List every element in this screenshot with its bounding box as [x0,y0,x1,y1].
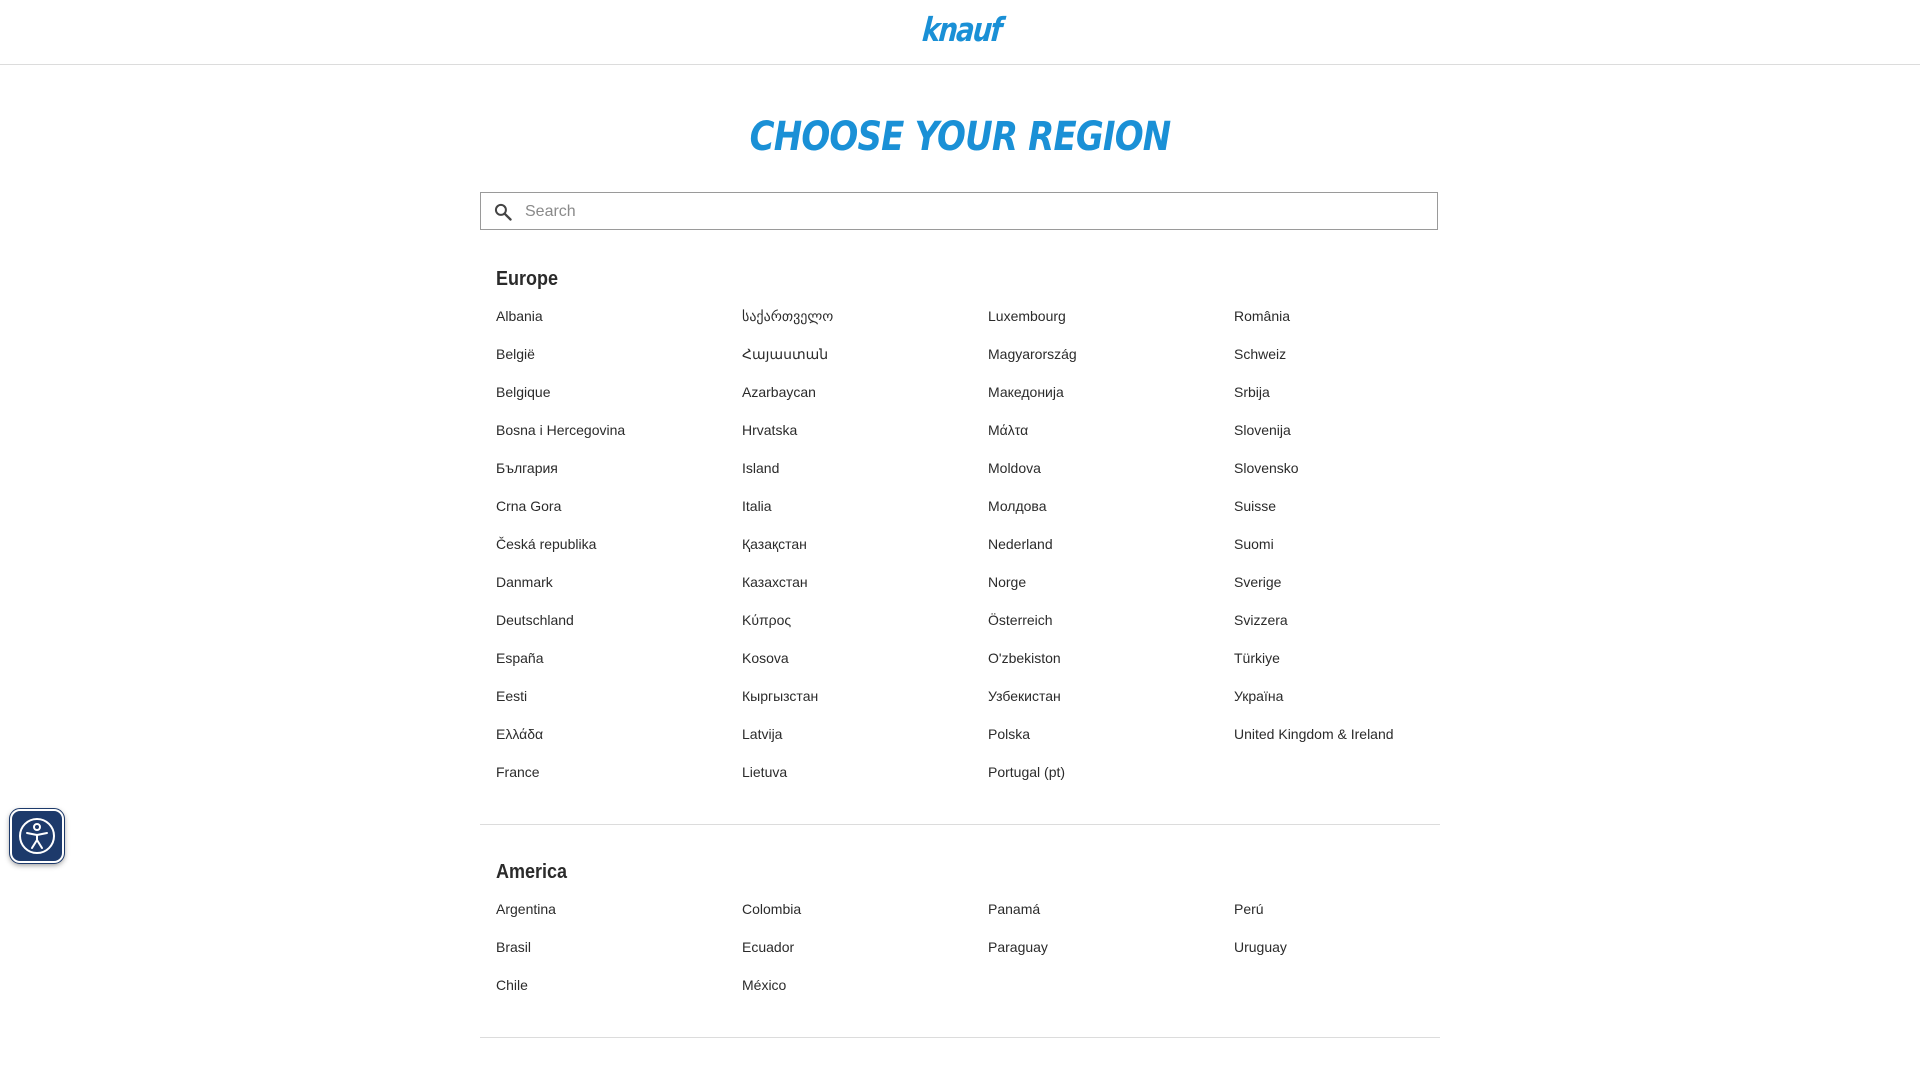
country-list: Albania België Belgique Bosna i Hercegov… [496,307,1480,801]
country-link[interactable]: România [1234,307,1480,345]
country-link[interactable]: Suisse [1234,497,1480,535]
region-heading: Europe [496,268,559,290]
country-link[interactable]: Svizzera [1234,611,1480,649]
country-link[interactable]: United Kingdom & Ireland [1234,725,1480,763]
country-link[interactable]: Chile [496,976,742,1014]
empty-cell [988,976,1234,1014]
country-link[interactable]: Казахстан [742,573,988,611]
country-link[interactable]: México [742,976,988,1014]
country-link[interactable]: Schweiz [1234,345,1480,383]
country-link[interactable]: България [496,459,742,497]
country-link[interactable]: France [496,763,742,801]
country-link[interactable]: Nederland [988,535,1234,573]
accessibility-button[interactable] [9,808,65,864]
country-link[interactable]: Argentina [496,900,742,938]
country-link[interactable]: España [496,649,742,687]
country-link[interactable]: Türkiye [1234,649,1480,687]
country-link[interactable]: Uruguay [1234,938,1480,976]
country-link[interactable]: Sverige [1234,573,1480,611]
country-link[interactable]: Crna Gora [496,497,742,535]
country-link[interactable]: Κύπρος [742,611,988,649]
country-link[interactable]: Island [742,459,988,497]
search-box[interactable] [480,192,1438,231]
country-link[interactable]: Italia [742,497,988,535]
country-link[interactable]: Česká republika [496,535,742,573]
country-link[interactable]: Қазақстан [742,535,988,573]
country-link[interactable]: Suomi [1234,535,1480,573]
country-link[interactable]: Latvija [742,725,988,763]
country-link[interactable]: Հայաստան [742,345,988,383]
country-link[interactable]: Azarbaycan [742,383,988,421]
country-link[interactable]: Deutschland [496,611,742,649]
country-link[interactable]: Hrvatska [742,421,988,459]
country-link[interactable]: Danmark [496,573,742,611]
section-divider [480,1037,1440,1038]
country-link[interactable]: Μάλτα [988,421,1234,459]
country-link[interactable]: Srbija [1234,383,1480,421]
country-link[interactable]: Eesti [496,687,742,725]
country-link[interactable]: საქართველო [742,307,988,345]
country-link[interactable]: Україна [1234,687,1480,725]
country-link[interactable]: Slovensko [1234,459,1480,497]
country-link[interactable]: Polska [988,725,1234,763]
country-link[interactable]: Узбекистан [988,687,1234,725]
country-link[interactable]: Paraguay [988,938,1234,976]
country-link[interactable]: Albania [496,307,742,345]
accessibility-icon [19,818,55,854]
site-header: knauf [0,0,1920,65]
country-link[interactable]: Perú [1234,900,1480,938]
country-link[interactable]: Magyarország [988,345,1234,383]
country-link[interactable]: Belgique [496,383,742,421]
country-link[interactable]: Кыргызстан [742,687,988,725]
country-link[interactable]: Österreich [988,611,1234,649]
country-link[interactable]: Portugal (pt) [988,763,1234,801]
search-input[interactable] [523,193,1427,231]
country-link[interactable]: Slovenija [1234,421,1480,459]
region-heading: America [496,861,568,883]
country-link[interactable]: Ecuador [742,938,988,976]
country-link[interactable]: Молдова [988,497,1234,535]
country-link[interactable]: Bosna i Hercegovina [496,421,742,459]
country-link[interactable]: Luxembourg [988,307,1234,345]
country-list: Argentina Brasil Chile Colombia Ecuador … [496,900,1480,1014]
section-divider [480,824,1440,825]
country-link[interactable]: Norge [988,573,1234,611]
knauf-logo[interactable]: knauf [921,10,1003,49]
country-link[interactable]: Ελλάδα [496,725,742,763]
country-link[interactable]: Panamá [988,900,1234,938]
search-icon [493,202,513,222]
country-link[interactable]: Kosova [742,649,988,687]
country-link[interactable]: O'zbekiston [988,649,1234,687]
country-link[interactable]: Moldova [988,459,1234,497]
country-link[interactable]: België [496,345,742,383]
country-link[interactable]: Македонија [988,383,1234,421]
country-link[interactable]: Colombia [742,900,988,938]
page-title: CHOOSE YOUR REGION [749,114,1172,160]
country-link[interactable]: Lietuva [742,763,988,801]
country-link[interactable]: Brasil [496,938,742,976]
